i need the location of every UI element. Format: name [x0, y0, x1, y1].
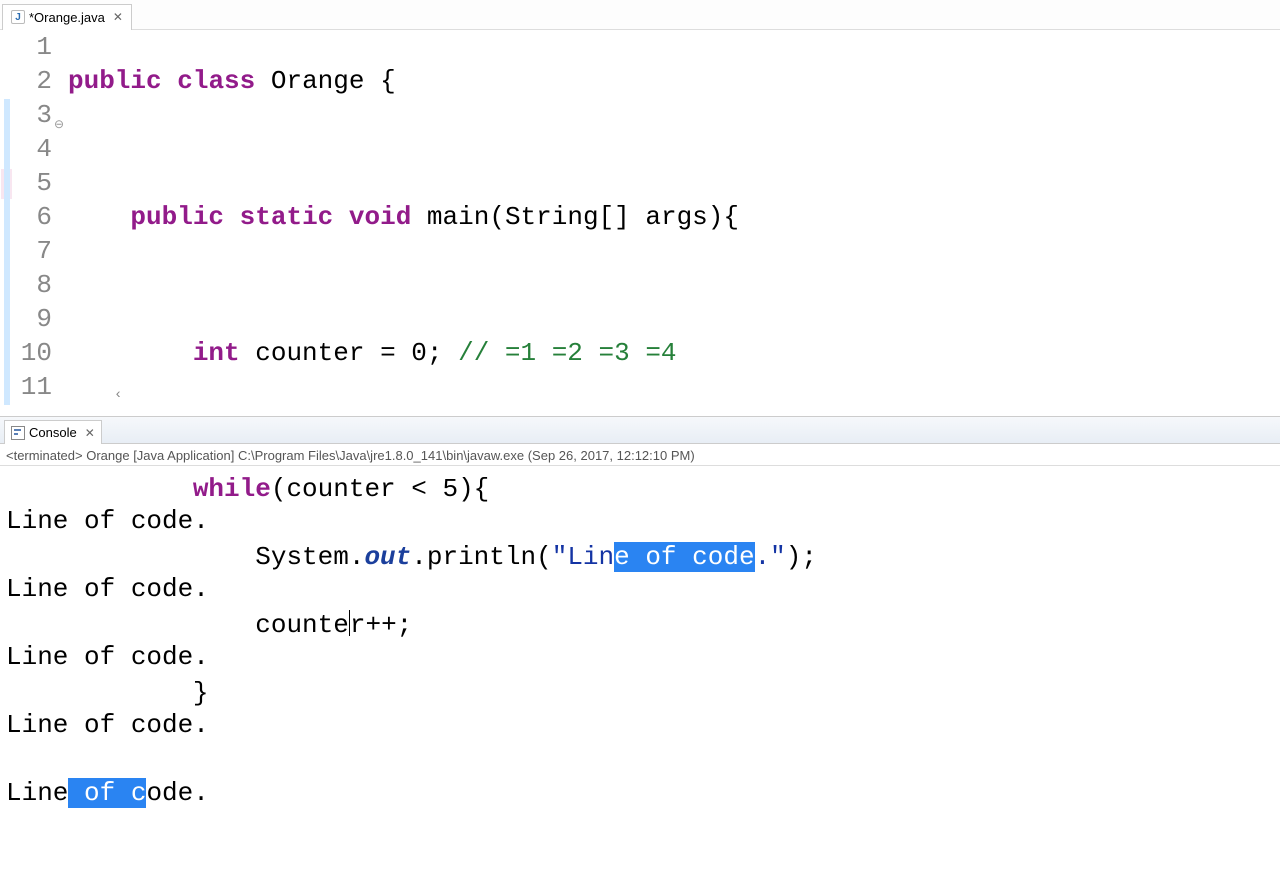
code-line[interactable]: [68, 404, 1280, 438]
code-line[interactable]: [68, 132, 1280, 166]
code-content[interactable]: public class Orange { public static void…: [60, 30, 1280, 410]
line-number: 8: [12, 268, 52, 302]
code-line[interactable]: public static void main(String[] args){: [68, 200, 1280, 234]
code-line[interactable]: while(counter < 5){: [68, 472, 1280, 506]
line-number: 3⊖: [12, 98, 52, 132]
line-number: 10: [12, 336, 52, 370]
code-line[interactable]: [68, 268, 1280, 302]
marker-strip: [0, 30, 12, 410]
file-tab-label: *Orange.java: [29, 10, 105, 25]
code-line[interactable]: }: [68, 676, 1280, 710]
editor-selection: e of code: [614, 542, 754, 572]
file-tab-orange[interactable]: J *Orange.java ✕: [2, 4, 132, 30]
line-number-gutter: 1 2 3⊖ 4 5 6 7 8 9 10 11: [12, 30, 60, 410]
code-line[interactable]: [68, 744, 1280, 778]
code-line[interactable]: int counter = 0; // =1 =2 =3 =4: [68, 336, 1280, 370]
text-caret: [349, 610, 350, 636]
code-editor[interactable]: 1 2 3⊖ 4 5 6 7 8 9 10 11 public class Or…: [0, 30, 1280, 410]
close-icon[interactable]: ✕: [113, 10, 123, 24]
method-range-marker: [4, 99, 10, 405]
editor-tabbar: J *Orange.java ✕: [0, 0, 1280, 30]
line-number: 2: [12, 64, 52, 98]
expand-arrow-icon[interactable]: ‹: [114, 378, 122, 412]
code-line[interactable]: public class Orange {: [68, 64, 1280, 98]
code-line[interactable]: System.out.println("Line of code.");: [68, 540, 1280, 574]
console-selection: of c: [68, 778, 146, 808]
line-number: 1: [12, 30, 52, 64]
console-icon: [11, 426, 25, 440]
line-number: 7: [12, 234, 52, 268]
code-line[interactable]: counter++;: [68, 608, 1280, 642]
line-number: 9: [12, 302, 52, 336]
line-number: 11: [12, 370, 52, 404]
line-number: 6: [12, 200, 52, 234]
java-file-icon: J: [11, 10, 25, 24]
console-line: Line of code.: [6, 776, 1274, 810]
line-number: 5: [12, 166, 52, 200]
line-number: 4: [12, 132, 52, 166]
